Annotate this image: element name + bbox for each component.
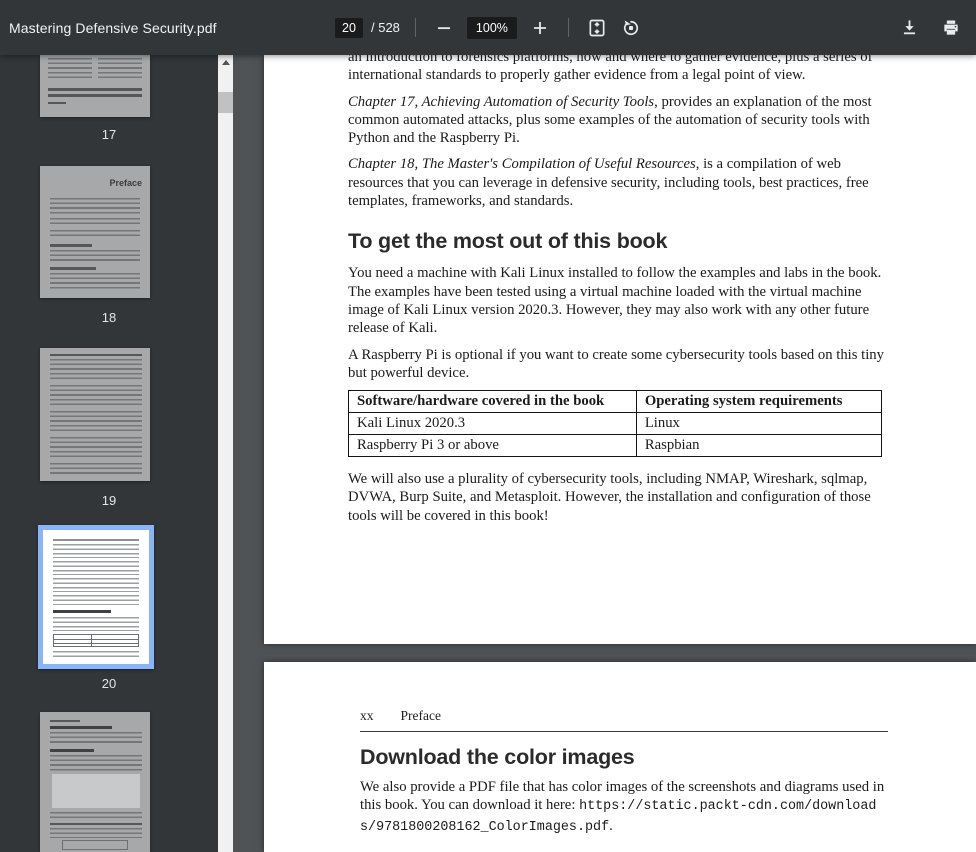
scrollbar-up-arrow-icon[interactable] — [218, 55, 233, 70]
toolbar-separator — [415, 18, 416, 37]
thumbnail-page-17[interactable] — [40, 55, 150, 117]
toolbar-actions — [896, 0, 964, 55]
thumbnail-page-20-selected[interactable] — [38, 525, 154, 669]
paragraph-chapter-17: Chapter 17, Achieving Automation of Secu… — [348, 93, 885, 148]
document-title: Mastering Defensive Security.pdf — [9, 0, 217, 55]
download-icon — [900, 18, 919, 37]
paragraph-requirements: You need a machine with Kali Linux insta… — [348, 264, 885, 337]
table-cell: Raspbian — [636, 435, 881, 457]
paragraph-color-images: We also provide a PDF file that has colo… — [360, 778, 888, 837]
table-header-cell: Operating system requirements — [636, 391, 881, 413]
running-section-title: Preface — [401, 708, 441, 723]
print-icon — [941, 18, 961, 38]
thumbnail-label: 20 — [0, 676, 218, 691]
thumbnail-sidebar: 17 Preface 18 19 20 — [0, 55, 218, 852]
rotate-button[interactable] — [618, 15, 644, 41]
sidebar-scrollbar-thumb[interactable] — [218, 92, 233, 113]
table-row: Kali Linux 2020.3 Linux — [349, 413, 882, 435]
table-cell: Raspberry Pi 3 or above — [349, 435, 637, 457]
plus-icon — [531, 19, 549, 37]
table-cell: Linux — [636, 413, 881, 435]
section-heading-download-images: Download the color images — [360, 745, 888, 770]
software-requirements-table: Software/hardware covered in the book Op… — [348, 390, 882, 457]
zoom-out-button[interactable] — [431, 15, 457, 41]
paragraph-forensics: an introduction to forensics platforms, … — [348, 55, 885, 85]
thumbnail-preview-heading: Preface — [109, 178, 142, 188]
pdf-toolbar: Mastering Defensive Security.pdf / 528 1… — [0, 0, 976, 55]
page-count-label: / 528 — [371, 20, 400, 35]
pdf-page-20: an introduction to forensics platforms, … — [264, 55, 976, 644]
header-rule — [360, 731, 888, 732]
thumbnail-page-21[interactable] — [40, 712, 150, 852]
toolbar-page-controls: / 528 100% — [335, 0, 644, 55]
table-header-cell: Software/hardware covered in the book — [349, 391, 637, 413]
section-heading-get-most: To get the most out of this book — [348, 229, 885, 254]
paragraph-raspberry: A Raspberry Pi is optional if you want t… — [348, 346, 885, 383]
thumbnail-label: 17 — [0, 127, 218, 142]
folio-number: xx — [360, 708, 374, 723]
pdf-page-21: xx Preface Download the color images We a… — [264, 662, 976, 852]
fit-page-button[interactable] — [584, 15, 610, 41]
rotate-counterclockwise-icon — [621, 18, 641, 38]
zoom-in-button[interactable] — [527, 15, 553, 41]
table-header-row: Software/hardware covered in the book Op… — [349, 391, 882, 413]
fit-to-page-icon — [587, 18, 607, 38]
thumbnail-label: 18 — [0, 310, 218, 325]
thumbnail-page-19[interactable] — [40, 348, 150, 481]
table-cell: Kali Linux 2020.3 — [349, 413, 637, 435]
paragraph-chapter-18: Chapter 18, The Master's Compilation of … — [348, 155, 885, 210]
download-button[interactable] — [896, 15, 922, 41]
toolbar-separator — [568, 18, 569, 37]
thumbnail-label: 19 — [0, 493, 218, 508]
sidebar-scrollbar[interactable] — [218, 55, 233, 852]
thumbnail-page-18[interactable]: Preface — [40, 166, 150, 298]
page-header: xx Preface — [360, 708, 888, 724]
pdf-viewer: an introduction to forensics platforms, … — [233, 55, 976, 852]
page-number-input[interactable] — [335, 18, 363, 38]
paragraph-tools: We will also use a plurality of cybersec… — [348, 470, 885, 525]
zoom-level-display: 100% — [467, 17, 517, 39]
print-button[interactable] — [938, 15, 964, 41]
minus-icon — [435, 19, 453, 37]
table-row: Raspberry Pi 3 or above Raspbian — [349, 435, 882, 457]
